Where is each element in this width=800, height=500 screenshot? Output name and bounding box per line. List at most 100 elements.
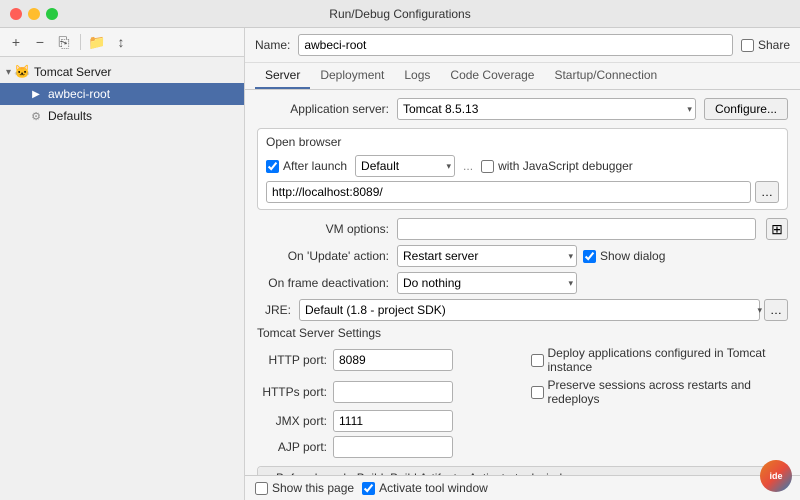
add-config-button[interactable]: + — [6, 32, 26, 52]
after-launch-label: After launch — [283, 159, 347, 173]
jre-select-wrapper: Default (1.8 - project SDK) … — [299, 299, 788, 321]
toolbar-separator — [80, 34, 81, 50]
maximize-button[interactable] — [46, 8, 58, 20]
after-launch-checkbox-label[interactable]: After launch — [266, 159, 347, 173]
content-panel: Name: Share Server Deployment Logs Code … — [245, 28, 800, 500]
sidebar: + − ⎘ 📁 ↕ ▾ 🐱 Tomcat Server ▶ awbeci-roo… — [0, 28, 245, 500]
close-button[interactable] — [10, 8, 22, 20]
tab-code-coverage[interactable]: Code Coverage — [440, 63, 544, 89]
remove-config-button[interactable]: − — [30, 32, 50, 52]
titlebar: Run/Debug Configurations — [0, 0, 800, 28]
update-action-content: Restart server Show dialog — [397, 245, 788, 267]
sidebar-item-label: Defaults — [48, 109, 92, 123]
sidebar-item-defaults[interactable]: ⚙ Defaults — [0, 105, 244, 127]
app-server-select[interactable]: Tomcat 8.5.13 — [397, 98, 696, 120]
browser-section: Open browser After launch Default ... — [257, 128, 788, 210]
app-server-select-wrapper: Tomcat 8.5.13 — [397, 98, 696, 120]
vm-options-label: VM options: — [257, 222, 397, 236]
frame-deactivation-select[interactable]: Do nothing — [397, 272, 577, 294]
folder-button[interactable]: 📁 — [87, 32, 107, 52]
vm-options-row: VM options: ⊞ — [257, 218, 788, 240]
tab-deployment[interactable]: Deployment — [310, 63, 394, 89]
jre-browse-button[interactable]: … — [764, 299, 788, 321]
frame-deactivation-row: On frame deactivation: Do nothing — [257, 272, 788, 294]
ajp-port-label: AJP port: — [257, 440, 327, 454]
show-dialog-label: Show dialog — [600, 249, 665, 263]
form-content: Application server: Tomcat 8.5.13 Config… — [245, 90, 800, 475]
name-input[interactable] — [298, 34, 733, 56]
http-port-row: HTTP port: — [257, 346, 515, 374]
activate-checkbox[interactable] — [362, 482, 375, 495]
deploy-checkbox-label[interactable]: Deploy applications configured in Tomcat… — [531, 346, 789, 374]
configure-button[interactable]: Configure... — [704, 98, 788, 120]
vm-options-input[interactable] — [397, 218, 756, 240]
jre-label: JRE: — [265, 303, 291, 317]
tab-startup-connection[interactable]: Startup/Connection — [544, 63, 667, 89]
vm-options-content: ⊞ — [397, 218, 788, 240]
preserve-checkbox[interactable] — [531, 386, 544, 399]
share-checkbox[interactable] — [741, 39, 754, 52]
name-field-label: Name: — [255, 38, 290, 52]
tab-server[interactable]: Server — [255, 63, 310, 89]
copy-config-button[interactable]: ⎘ — [54, 32, 74, 52]
show-dialog-checkbox[interactable] — [583, 250, 596, 263]
tomcat-settings: Tomcat Server Settings HTTP port: Deploy… — [257, 326, 788, 458]
ports-grid: HTTP port: Deploy applications configure… — [257, 346, 788, 458]
show-page-label: Show this page — [272, 481, 354, 495]
show-dialog-checkbox-label[interactable]: Show dialog — [583, 249, 665, 263]
gear-icon: ⚙ — [28, 108, 44, 124]
before-launch-header: ▾ Before launch: Build, Build Artifacts,… — [258, 467, 787, 475]
app-server-row: Application server: Tomcat 8.5.13 Config… — [257, 98, 788, 120]
browser-select[interactable]: Default — [355, 155, 455, 177]
browser-options-row: After launch Default ... with JavaScript… — [266, 155, 779, 177]
jre-row: JRE: Default (1.8 - project SDK) … — [257, 299, 788, 321]
browser-options-sep: ... — [463, 159, 473, 173]
empty-cell — [531, 410, 789, 432]
show-page-checkbox[interactable] — [255, 482, 268, 495]
sidebar-item-awbeci-root[interactable]: ▶ awbeci-root — [0, 83, 244, 105]
url-input[interactable] — [266, 181, 751, 203]
sidebar-item-label: awbeci-root — [48, 87, 110, 101]
window-controls — [10, 8, 58, 20]
preserve-checkbox-label[interactable]: Preserve sessions across restarts and re… — [531, 378, 789, 406]
update-action-select-wrapper: Restart server — [397, 245, 577, 267]
share-label: Share — [758, 38, 790, 52]
url-row: … — [266, 181, 779, 203]
ide-badge: ide — [760, 460, 792, 492]
bottom-bar: Show this page Activate tool window — [245, 475, 800, 500]
deploy-label: Deploy applications configured in Tomcat… — [548, 346, 789, 374]
open-browser-label: Open browser — [266, 135, 779, 149]
url-browse-button[interactable]: … — [755, 181, 779, 203]
js-debugger-label: with JavaScript debugger — [498, 159, 633, 173]
frame-deactivation-label: On frame deactivation: — [257, 276, 397, 290]
ajp-port-input[interactable] — [333, 436, 453, 458]
browser-select-wrapper: Default — [355, 155, 455, 177]
http-port-input[interactable] — [333, 349, 453, 371]
ajp-port-row: AJP port: — [257, 436, 515, 458]
run-icon: ▶ — [28, 86, 44, 102]
name-bar: Name: Share — [245, 28, 800, 63]
jmx-port-input[interactable] — [333, 410, 453, 432]
http-port-label: HTTP port: — [257, 353, 327, 367]
https-port-label: HTTPs port: — [257, 385, 327, 399]
activate-checkbox-label[interactable]: Activate tool window — [362, 481, 488, 495]
https-port-row: HTTPs port: — [257, 378, 515, 406]
minimize-button[interactable] — [28, 8, 40, 20]
frame-deactivation-select-wrapper: Do nothing — [397, 272, 577, 294]
sidebar-tree: ▾ 🐱 Tomcat Server ▶ awbeci-root ⚙ Defaul… — [0, 57, 244, 500]
tomcat-group-label: Tomcat Server — [34, 65, 111, 79]
window-title: Run/Debug Configurations — [329, 7, 470, 21]
js-debugger-checkbox-label[interactable]: with JavaScript debugger — [481, 159, 633, 173]
show-page-checkbox-label[interactable]: Show this page — [255, 481, 354, 495]
vm-expand-button[interactable]: ⊞ — [766, 218, 788, 240]
update-action-select[interactable]: Restart server — [397, 245, 577, 267]
https-port-input[interactable] — [333, 381, 453, 403]
js-debugger-checkbox[interactable] — [481, 160, 494, 173]
tab-logs[interactable]: Logs — [394, 63, 440, 89]
jre-select[interactable]: Default (1.8 - project SDK) — [299, 299, 760, 321]
sort-button[interactable]: ↕ — [111, 32, 131, 52]
deploy-checkbox[interactable] — [531, 354, 544, 367]
after-launch-checkbox[interactable] — [266, 160, 279, 173]
app-server-label: Application server: — [257, 102, 397, 116]
preserve-label: Preserve sessions across restarts and re… — [548, 378, 789, 406]
